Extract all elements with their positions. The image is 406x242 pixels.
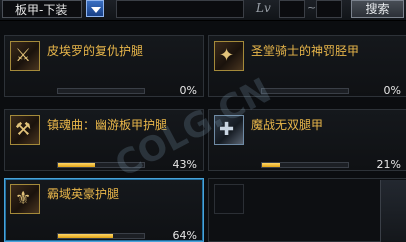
progress-percent: 64% [172, 229, 197, 242]
filter-bar: 板甲-下装 Lv ~ 搜索 [0, 0, 406, 21]
category-select[interactable]: 板甲-下装 [2, 0, 82, 18]
progress-fill [58, 234, 114, 238]
name-search-input[interactable] [116, 0, 244, 18]
item-card[interactable]: ⚔ 皮埃罗的复仇护腿 0% [4, 35, 204, 97]
item-name: 魔战无双腿甲 [251, 118, 324, 132]
progress-bar [57, 88, 145, 94]
search-button[interactable]: 搜索 [351, 0, 404, 18]
progress-bar [57, 162, 145, 168]
item-name: 镇魂曲：幽游板甲护腿 [47, 118, 168, 132]
lv-range-separator: ~ [307, 1, 317, 14]
item-icon: ⚜ [10, 184, 40, 214]
lv-min-input[interactable] [279, 0, 305, 18]
empty-item-slot [208, 178, 406, 242]
item-card[interactable]: ✦ 圣堂骑士的神罚胫甲 0% [208, 35, 406, 97]
item-card[interactable]: ⚒ 镇魂曲：幽游板甲护腿 43% [4, 109, 204, 171]
progress-fill [262, 163, 281, 167]
item-icon: ✚ [214, 115, 244, 145]
item-name: 皮埃罗的复仇护腿 [47, 44, 144, 58]
progress-bar [261, 162, 349, 168]
lv-max-input[interactable] [316, 0, 342, 18]
empty-item-icon [214, 184, 244, 214]
item-icon: ✦ [214, 41, 244, 71]
progress-percent: 0% [383, 84, 401, 97]
item-name: 圣堂骑士的神罚胫甲 [251, 44, 360, 58]
progress-fill [58, 163, 95, 167]
item-card-selected[interactable]: ⚜ 霸域英豪护腿 64% [4, 178, 204, 242]
item-card[interactable]: ✚ 魔战无双腿甲 21% [208, 109, 406, 171]
item-icon: ⚒ [10, 115, 40, 145]
progress-percent: 21% [376, 158, 401, 171]
progress-bar [57, 233, 145, 239]
progress-percent: 0% [179, 84, 197, 97]
item-icon: ⚔ [10, 41, 40, 71]
progress-percent: 43% [172, 158, 197, 171]
progress-bar [261, 88, 349, 94]
chevron-down-icon[interactable] [86, 0, 104, 17]
item-name: 霸域英豪护腿 [47, 187, 120, 201]
lv-label: Lv [256, 1, 271, 15]
side-panel-edge [380, 180, 406, 242]
